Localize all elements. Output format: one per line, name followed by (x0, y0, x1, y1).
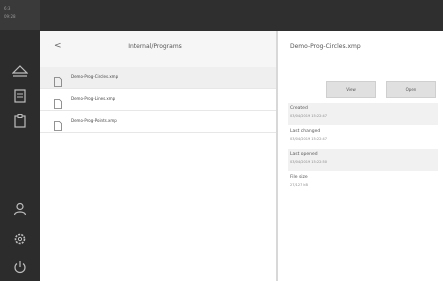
top-bar (40, 0, 443, 31)
changed-value: 03/04/2019 15:22:47 (290, 137, 328, 141)
file-browser: < Internal/Programs Demo-Prog-Circles.xm… (40, 31, 276, 281)
file-row[interactable]: Demo-Prog-Circles.xmp (40, 67, 276, 89)
file-name: Demo-Prog-Circles.xmp (71, 74, 119, 79)
status-line-1: 6:3 (4, 6, 11, 11)
view-button[interactable]: View (326, 81, 376, 98)
power-icon[interactable] (8, 256, 32, 278)
opened-label: Last opened (290, 152, 318, 157)
file-name: Demo-Prog-Lines.xmp (71, 96, 116, 101)
details-title: Demo-Prog-Circles.xmp (290, 43, 361, 50)
status-area: 6:3 09:28 (0, 0, 40, 30)
size-info: File size 27/127 kB (288, 172, 438, 194)
path-title: Internal/Programs (128, 43, 182, 50)
back-button[interactable]: < (54, 41, 62, 51)
file-row[interactable]: Demo-Prog-Points.xmp (40, 111, 276, 133)
created-info: Created 03/04/2019 15:22:47 (288, 103, 438, 125)
eject-icon[interactable] (8, 60, 32, 82)
changed-label: Last changed (290, 129, 321, 134)
settings-icon[interactable] (8, 228, 32, 250)
status-line-2: 09:28 (4, 14, 16, 19)
created-value: 03/04/2019 15:22:47 (290, 114, 328, 118)
opened-value: 03/04/2019 15:22:50 (290, 160, 328, 164)
sidebar: 6:3 09:28 (0, 0, 40, 281)
size-value: 27/127 kB (290, 183, 308, 187)
changed-info: Last changed 03/04/2019 15:22:47 (288, 126, 438, 148)
size-label: File size (290, 175, 308, 180)
file-row[interactable]: Demo-Prog-Lines.xmp (40, 89, 276, 111)
browser-header: < Internal/Programs (40, 31, 276, 67)
file-name: Demo-Prog-Points.xmp (71, 118, 117, 123)
open-button[interactable]: Open (386, 81, 436, 98)
details-panel: Demo-Prog-Circles.xmp View Open Created … (278, 31, 443, 281)
document-icon[interactable] (8, 85, 32, 107)
file-icon (54, 116, 62, 135)
created-label: Created (290, 106, 308, 111)
app: 6:3 09:28 < Internal/Programs Demo-Prog-… (0, 0, 443, 281)
opened-info: Last opened 03/04/2019 15:22:50 (288, 149, 438, 171)
clipboard-icon[interactable] (8, 110, 32, 132)
user-icon[interactable] (8, 198, 32, 220)
